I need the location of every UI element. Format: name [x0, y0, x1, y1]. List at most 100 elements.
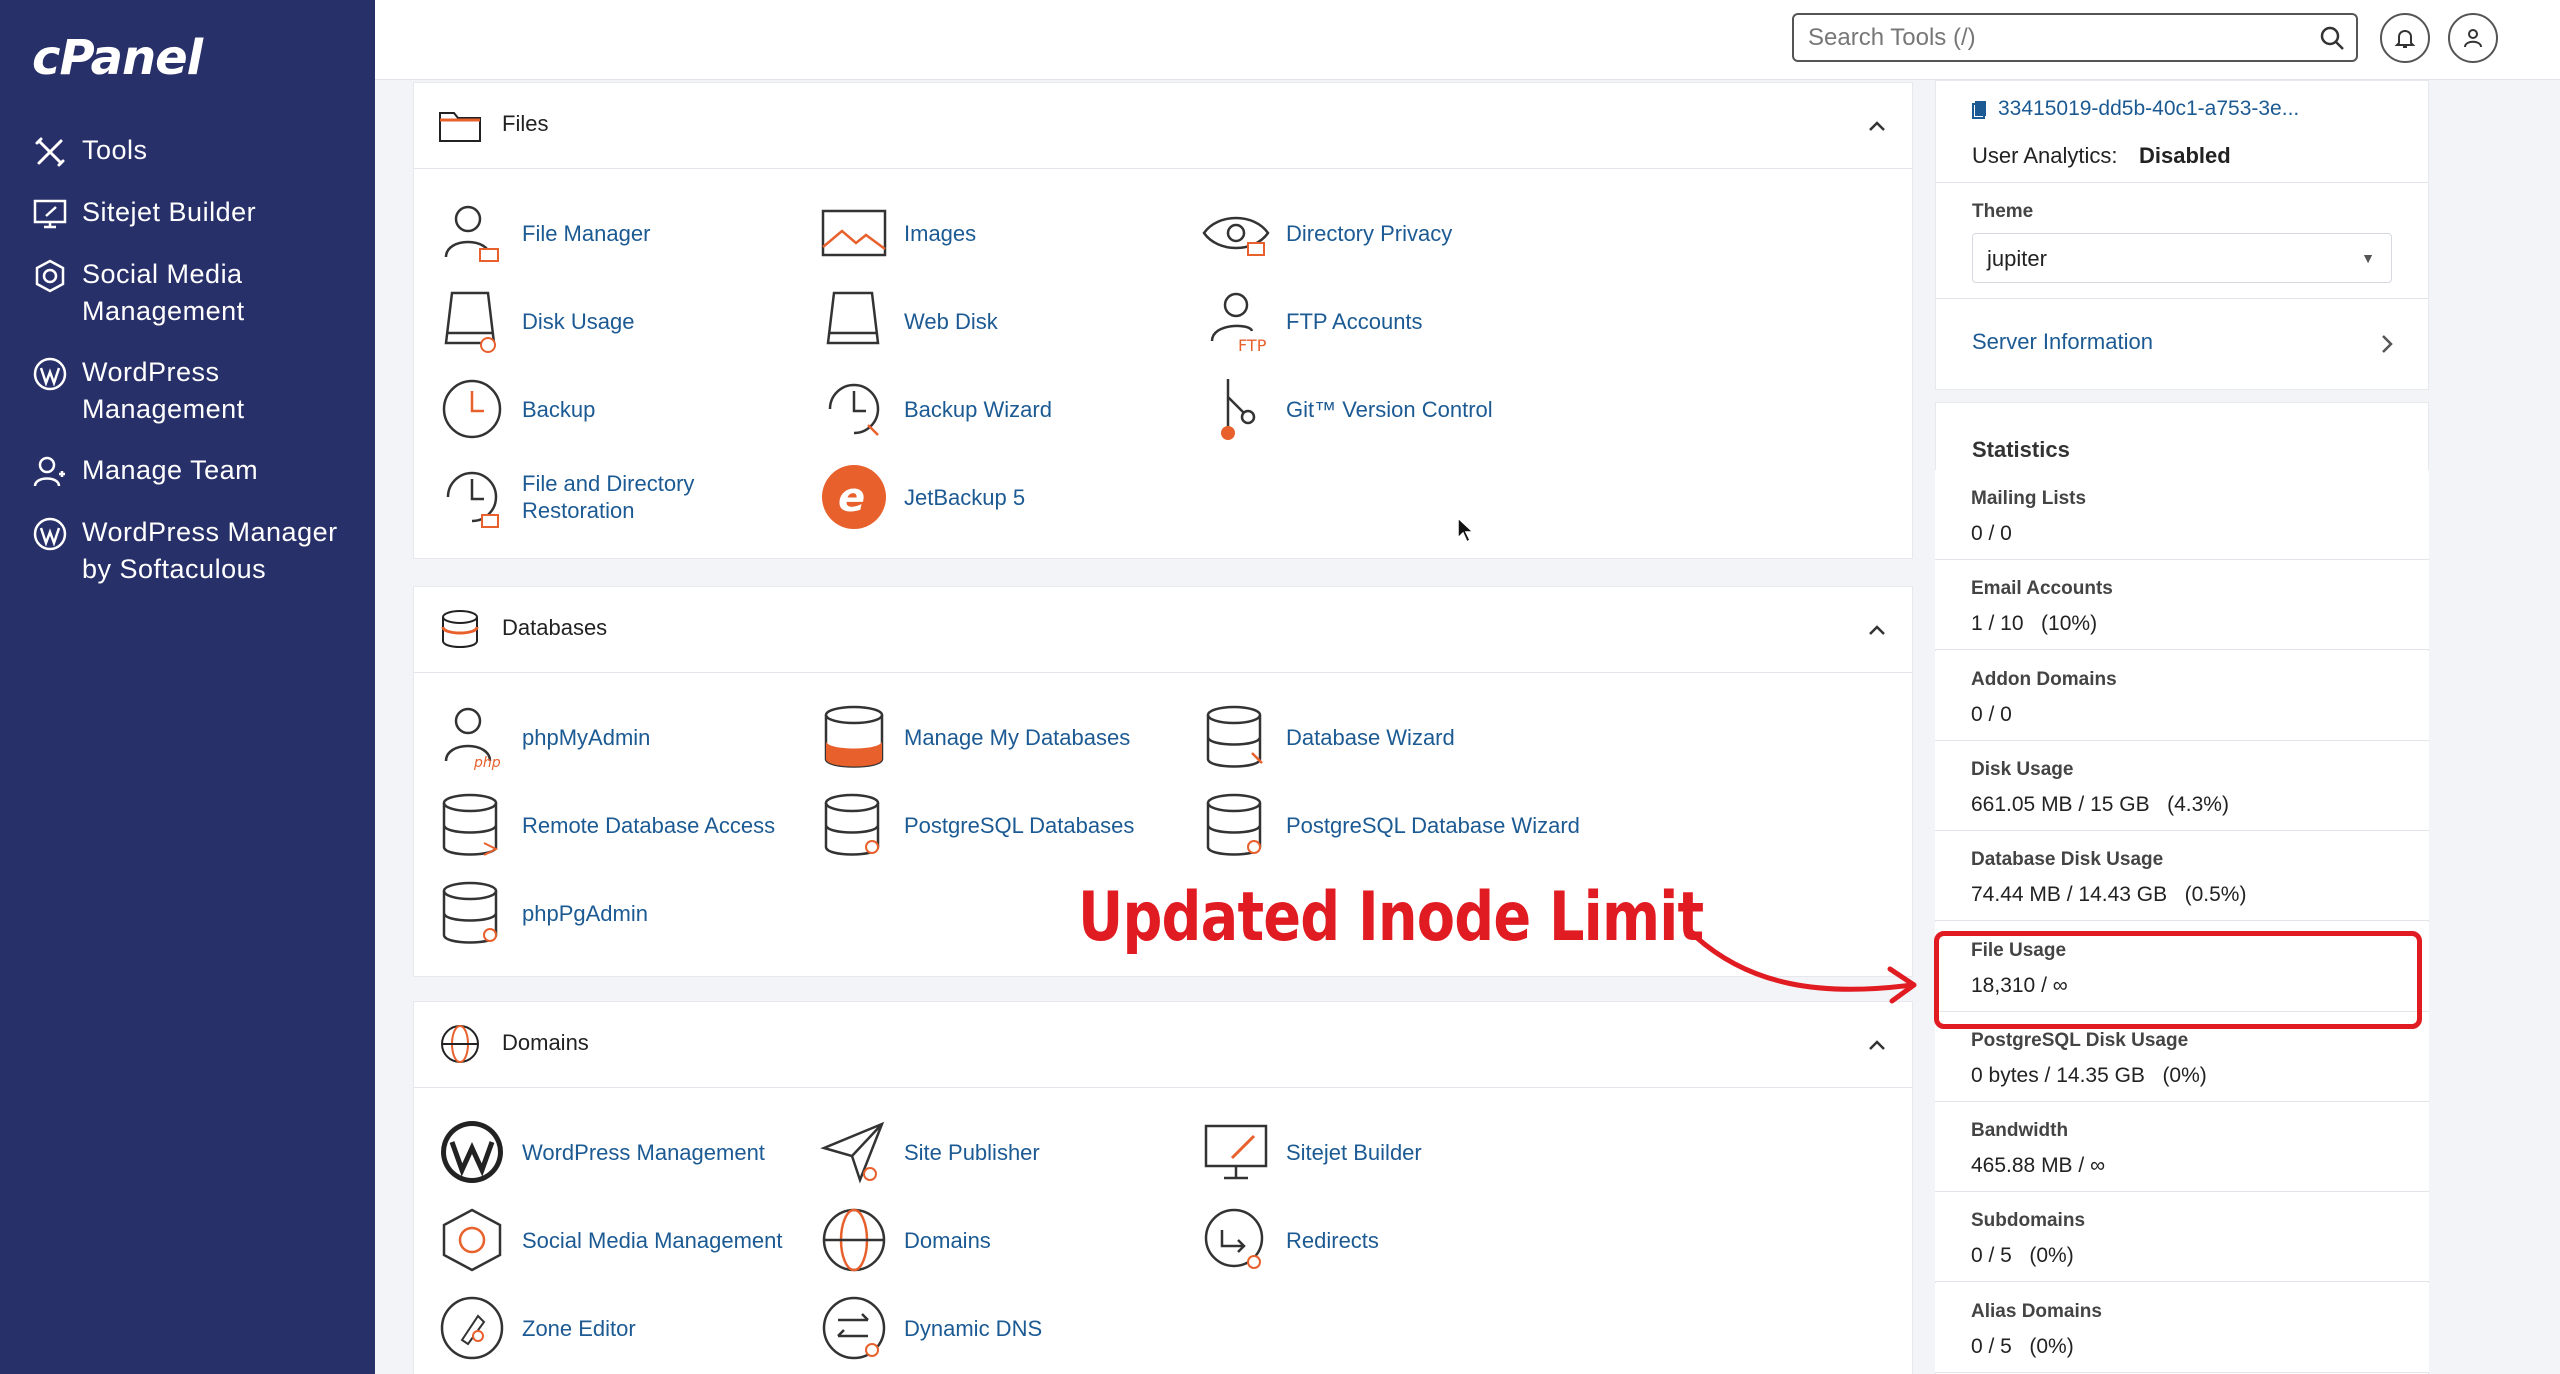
tool-label: Directory Privacy	[1286, 220, 1453, 246]
sidebar-item-sitejet-builder[interactable]: Sitejet Builder	[0, 194, 375, 232]
tool-phppgadmin[interactable]: phpPgAdmin	[438, 879, 648, 947]
files-section-header[interactable]: Files	[414, 83, 1912, 169]
social-media-icon	[442, 1208, 502, 1272]
wordpress-icon	[441, 1121, 503, 1183]
tool-site-publisher[interactable]: Site Publisher	[820, 1118, 1040, 1186]
sidebar-item-wordpress-manager-softaculous[interactable]: WordPress Manager by Softaculous	[0, 514, 375, 588]
wordpress-icon	[33, 517, 67, 551]
stat-value: 0 / 0	[1971, 702, 2012, 726]
stat-row: Addon Domains 0 / 0	[1935, 650, 2429, 741]
tool-label: phpPgAdmin	[522, 900, 648, 926]
stat-value: 661.05 MB / 15 GB (4.3%)	[1971, 792, 2229, 816]
tool-redirects[interactable]: Redirects	[1202, 1206, 1379, 1274]
sidebar-item-manage-team[interactable]: Manage Team	[0, 452, 375, 490]
tool-label: Disk Usage	[522, 308, 635, 334]
tool-remote-database-access[interactable]: Remote Database Access	[438, 791, 775, 859]
tool-zone-editor[interactable]: Zone Editor	[438, 1294, 636, 1362]
jetbackup-icon: e	[822, 465, 886, 529]
tool-file-manager[interactable]: File Manager	[438, 199, 650, 267]
stat-value: 0 / 5 (0%)	[1971, 1334, 2074, 1358]
account-id[interactable]: 33415019-dd5b-40c1-a753-3e...	[1998, 97, 2299, 121]
folder-icon	[439, 112, 481, 142]
git-icon	[1221, 379, 1256, 440]
tool-wordpress-management[interactable]: WordPress Management	[438, 1118, 765, 1186]
stat-row: Subdomains 0 / 5 (0%)	[1935, 1192, 2429, 1283]
server-information-link[interactable]: Server Information	[1936, 299, 2428, 389]
tool-file-directory-restoration[interactable]: File and Directory Restoration	[438, 463, 722, 531]
tool-label: Backup Wizard	[904, 396, 1052, 422]
account-id-row: 33415019-dd5b-40c1-a753-3e... User Analy…	[1936, 81, 2428, 183]
stat-row: Disk Usage 661.05 MB / 15 GB (4.3%)	[1935, 740, 2429, 831]
tool-label: Remote Database Access	[522, 812, 776, 838]
tool-images[interactable]: Images	[820, 199, 976, 267]
file-manager-icon	[444, 205, 499, 262]
tool-label: Web Disk	[904, 308, 998, 334]
user-menu-button[interactable]	[2448, 13, 2498, 63]
tool-ftp-accounts[interactable]: FTP FTP Accounts	[1202, 287, 1423, 355]
tool-directory-privacy[interactable]: Directory Privacy	[1202, 199, 1452, 267]
sidebar-item-wordpress-management[interactable]: WordPress Management	[0, 354, 375, 428]
databases-section-header[interactable]: Databases	[414, 587, 1912, 673]
disk-usage-icon	[444, 291, 496, 353]
tool-label: File and Directory Restoration	[522, 471, 695, 523]
sidebar-item-tools[interactable]: Tools	[0, 132, 375, 170]
database-wizard-icon	[1206, 705, 1263, 768]
stat-value: 74.44 MB / 14.43 GB (0.5%)	[1971, 883, 2247, 907]
tool-label: FTP Accounts	[1286, 308, 1423, 334]
tool-postgresql-databases[interactable]: PostgreSQL Databases	[820, 791, 1134, 859]
sidebar-item-label: Social Media Management	[82, 259, 245, 326]
chevron-up-icon[interactable]	[1866, 619, 1888, 641]
tool-web-disk[interactable]: Web Disk	[820, 287, 998, 355]
theme-select[interactable]: jupiter ▼	[1972, 233, 2392, 283]
chevron-up-icon[interactable]	[1866, 115, 1888, 137]
notifications-button[interactable]	[2380, 13, 2430, 63]
tool-domains[interactable]: Domains	[820, 1206, 991, 1274]
tool-label: Dynamic DNS	[904, 1315, 1043, 1341]
tool-phpmyadmin[interactable]: php phpMyAdmin	[438, 703, 650, 771]
search-icon[interactable]	[2318, 24, 2346, 52]
sidebar-item-label: Manage Team	[82, 455, 259, 485]
stat-label: Bandwidth	[1971, 1120, 2069, 1142]
phpmyadmin-icon: php	[444, 707, 501, 771]
tool-sitejet-builder[interactable]: Sitejet Builder	[1202, 1118, 1422, 1186]
stat-row: Mailing Lists 0 / 0	[1935, 470, 2429, 560]
chevron-up-icon[interactable]	[1866, 1034, 1888, 1056]
remote-database-icon	[442, 793, 499, 856]
tool-backup[interactable]: Backup	[438, 375, 595, 443]
domains-section-header[interactable]: Domains	[414, 1002, 1912, 1088]
globe-icon	[441, 1025, 479, 1063]
tool-backup-wizard[interactable]: Backup Wizard	[820, 375, 1052, 443]
tool-disk-usage[interactable]: Disk Usage	[438, 287, 634, 355]
social-media-icon	[35, 259, 65, 293]
mouse-cursor-icon	[1457, 516, 1475, 544]
tools-icon	[35, 137, 65, 167]
domains-section: Domains WordPress Management Site Publis…	[413, 1001, 1913, 1374]
tool-dynamic-dns[interactable]: Dynamic DNS	[820, 1294, 1042, 1362]
postgresql-icon	[824, 793, 880, 856]
search-box[interactable]	[1792, 13, 2358, 62]
search-input[interactable]	[1806, 15, 2306, 60]
stat-row: Email Accounts 1 / 10 (10%)	[1935, 560, 2429, 651]
tool-jetbackup-5[interactable]: e JetBackup 5	[820, 463, 1025, 531]
cpanel-logo[interactable]: cPanel	[32, 30, 203, 86]
tool-manage-my-databases[interactable]: Manage My Databases	[820, 703, 1130, 771]
server-information-label: Server Information	[1972, 329, 2153, 354]
tool-git-version-control[interactable]: Git™ Version Control	[1202, 375, 1493, 443]
tool-postgresql-database-wizard[interactable]: PostgreSQL Database Wizard	[1202, 791, 1580, 859]
tool-label: Manage My Databases	[904, 724, 1131, 750]
sidebar-item-social-media-management[interactable]: Social Media Management	[0, 256, 375, 330]
stat-value: 0 / 5 (0%)	[1971, 1244, 2074, 1268]
globe-icon	[822, 1208, 886, 1272]
stat-label: Email Accounts	[1971, 578, 2113, 600]
stat-label: Alias Domains	[1971, 1300, 2102, 1322]
tool-label: Zone Editor	[522, 1315, 636, 1341]
stat-value: 1 / 10 (10%)	[1971, 612, 2098, 636]
tool-label: File Manager	[522, 220, 651, 246]
dropdown-arrow-icon: ▼	[2361, 250, 2375, 266]
stat-row: Bandwidth 465.88 MB / ∞	[1935, 1102, 2429, 1193]
stat-value: 0 bytes / 14.35 GB (0%)	[1971, 1063, 2207, 1087]
tool-database-wizard[interactable]: Database Wizard	[1202, 703, 1455, 771]
copy-icon[interactable]	[1972, 99, 1988, 119]
tool-label: WordPress Management	[522, 1139, 765, 1165]
tool-social-media-management[interactable]: Social Media Management	[438, 1206, 782, 1274]
